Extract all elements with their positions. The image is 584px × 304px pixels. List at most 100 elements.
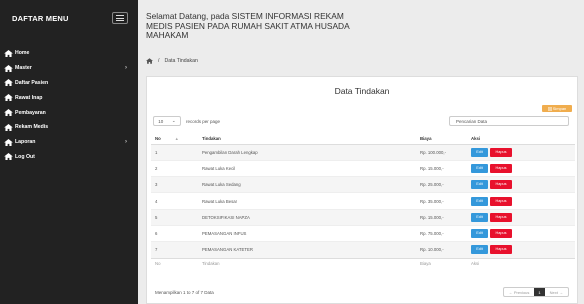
export-button[interactable]: Simpan [542,105,572,112]
column-footer-aksi: Aksi [467,257,575,270]
sidebar-item-label: Log Out [15,153,35,160]
cell-aksi: Edit Hapus [467,176,575,193]
table-row: 5 DETOKSIFIKASI NAPZA Rp. 15.000,- Edit H… [151,208,575,226]
chevron-right-icon: › [125,139,127,146]
sidebar-item-master[interactable]: Master › [0,61,138,76]
search-input[interactable]: Pencarian Data [449,116,569,126]
page-button-current[interactable]: 1 [534,288,545,296]
breadcrumb: / Data Tindakan [146,58,198,64]
column-header-aksi[interactable]: Aksi [467,133,575,145]
sidebar-item-home[interactable]: Home [0,46,138,61]
edit-button[interactable]: Edit [471,163,488,173]
sidebar-menu: Home Master › Daftar Pasien Rawat Inap P… [0,46,138,164]
table-row: 2 Rawat Luka Kecil Rp. 15.000,- Edit Hapu… [151,159,575,177]
home-icon [4,138,13,146]
data-panel: Data Tindakan Simpan 10 ⌄ records per pa… [146,76,578,304]
cell-no: 4 [151,192,198,210]
home-icon [4,49,13,57]
sidebar-item-pembayaran[interactable]: Pembayaran [0,105,138,120]
edit-button[interactable]: Edit [471,147,488,157]
cell-no: 6 [151,224,198,242]
delete-button[interactable]: Hapus [490,180,512,190]
sidebar-item-daftar-pasien[interactable]: Daftar Pasien [0,76,138,91]
edit-button[interactable]: Edit [471,229,488,239]
cell-tindakan: Rawat Luka Kecil [198,159,416,177]
cell-tindakan: Rawat Luka Sedang [198,176,416,193]
cell-no: 3 [151,176,198,193]
sidebar-item-label: Laporan [15,139,36,146]
table-icon [547,106,552,111]
column-header-biaya[interactable]: Biaya [416,133,467,145]
sidebar: DAFTAR MENU Home Master › Daftar Pasien … [0,0,138,304]
edit-button[interactable]: Edit [471,180,488,190]
breadcrumb-separator: / [158,58,160,64]
sort-icon: ▲ [174,135,179,141]
menu-toggle-button[interactable] [112,12,128,24]
column-footer-biaya: Biaya [416,257,467,270]
chevron-right-icon: › [125,65,127,72]
delete-button[interactable]: Hapus [490,196,512,206]
cell-tindakan: Pengambilan Darah Lengkap [198,143,416,161]
home-icon [4,109,13,117]
sidebar-brand: DAFTAR MENU [0,0,138,36]
cell-biaya: Rp. 10.000,- [416,241,467,259]
delete-button[interactable]: Hapus [490,245,512,255]
delete-button[interactable]: Hapus [490,163,512,173]
home-icon [4,64,13,72]
table-row: 4 Rawat Luka Besar Rp. 35.000,- Edit Hapu… [151,192,575,210]
cell-no: 2 [151,159,198,177]
home-icon[interactable] [146,58,153,64]
previous-page-button[interactable]: ← Previous [504,288,535,296]
page-length-value: 10 [158,118,164,124]
cell-tindakan: PEMASANGAN INFUS [198,224,416,242]
sidebar-item-label: Rawat Inap [15,94,43,101]
sidebar-item-rawat-inap[interactable]: Rawat Inap [0,90,138,105]
cell-biaya: Rp. 25.000,- [416,176,467,193]
table-row: 1 Pengambilan Darah Lengkap Rp. 100.000,… [151,143,575,161]
sidebar-item-label: Rekam Medis [15,124,49,131]
cell-tindakan: DETOKSIFIKASI NAPZA [198,208,416,226]
cell-aksi: Edit Hapus [467,224,575,242]
cell-biaya: Rp. 35.000,- [416,192,467,210]
page-length-select[interactable]: 10 ⌄ [153,116,181,126]
column-header-tindakan[interactable]: Tindakan [198,133,416,145]
edit-button[interactable]: Edit [471,212,488,222]
cell-no: 7 [151,241,198,259]
delete-button[interactable]: Hapus [490,212,512,222]
cell-aksi: Edit Hapus [467,192,575,210]
search-label: Pencarian Data [456,118,488,124]
delete-button[interactable]: Hapus [490,229,512,239]
sidebar-item-label: Master [15,65,32,72]
search-box: Pencarian Data [449,116,569,126]
table-footer-row: No Tindakan Biaya Aksi [151,257,575,270]
cell-biaya: Rp. 15.000,- [416,159,467,177]
page-title: Selamat Datang, pada SISTEM INFORMASI RE… [146,11,350,40]
column-footer-no: No [151,257,198,270]
column-header-no[interactable]: No ▲ [151,133,198,145]
next-page-button[interactable]: Next → [545,288,568,296]
cell-aksi: Edit Hapus [467,208,575,226]
sidebar-item-laporan[interactable]: Laporan › [0,135,138,150]
edit-button[interactable]: Edit [471,245,488,255]
home-icon [4,153,13,161]
cell-no: 1 [151,143,198,161]
cell-aksi: Edit Hapus [467,143,575,161]
sidebar-item-log-out[interactable]: Log Out [0,150,138,165]
column-footer-tindakan: Tindakan [198,257,416,270]
edit-button[interactable]: Edit [471,196,488,206]
cell-biaya: Rp. 100.000,- [416,143,467,161]
table-header-row: No ▲ Tindakan Biaya Aksi [151,133,575,145]
cell-biaya: Rp. 15.000,- [416,208,467,226]
table-row: 6 PEMASANGAN INFUS Rp. 75.000,- Edit Hapu… [151,224,575,242]
breadcrumb-current: Data Tindakan [164,58,198,64]
home-icon [4,79,13,87]
sidebar-item-rekam-medis[interactable]: Rekam Medis [0,120,138,135]
cell-tindakan: PEMASANGAN KATETER [198,241,416,259]
delete-button[interactable]: Hapus [490,147,512,157]
cell-biaya: Rp. 75.000,- [416,224,467,242]
home-icon [4,123,13,131]
page-length-suffix: records per page [186,118,221,124]
table-row: 7 PEMASANGAN KATETER Rp. 10.000,- Edit Ha… [151,241,575,259]
data-table: No ▲ Tindakan Biaya Aksi 1 Pengambilan Da… [151,133,575,270]
cell-no: 5 [151,208,198,226]
